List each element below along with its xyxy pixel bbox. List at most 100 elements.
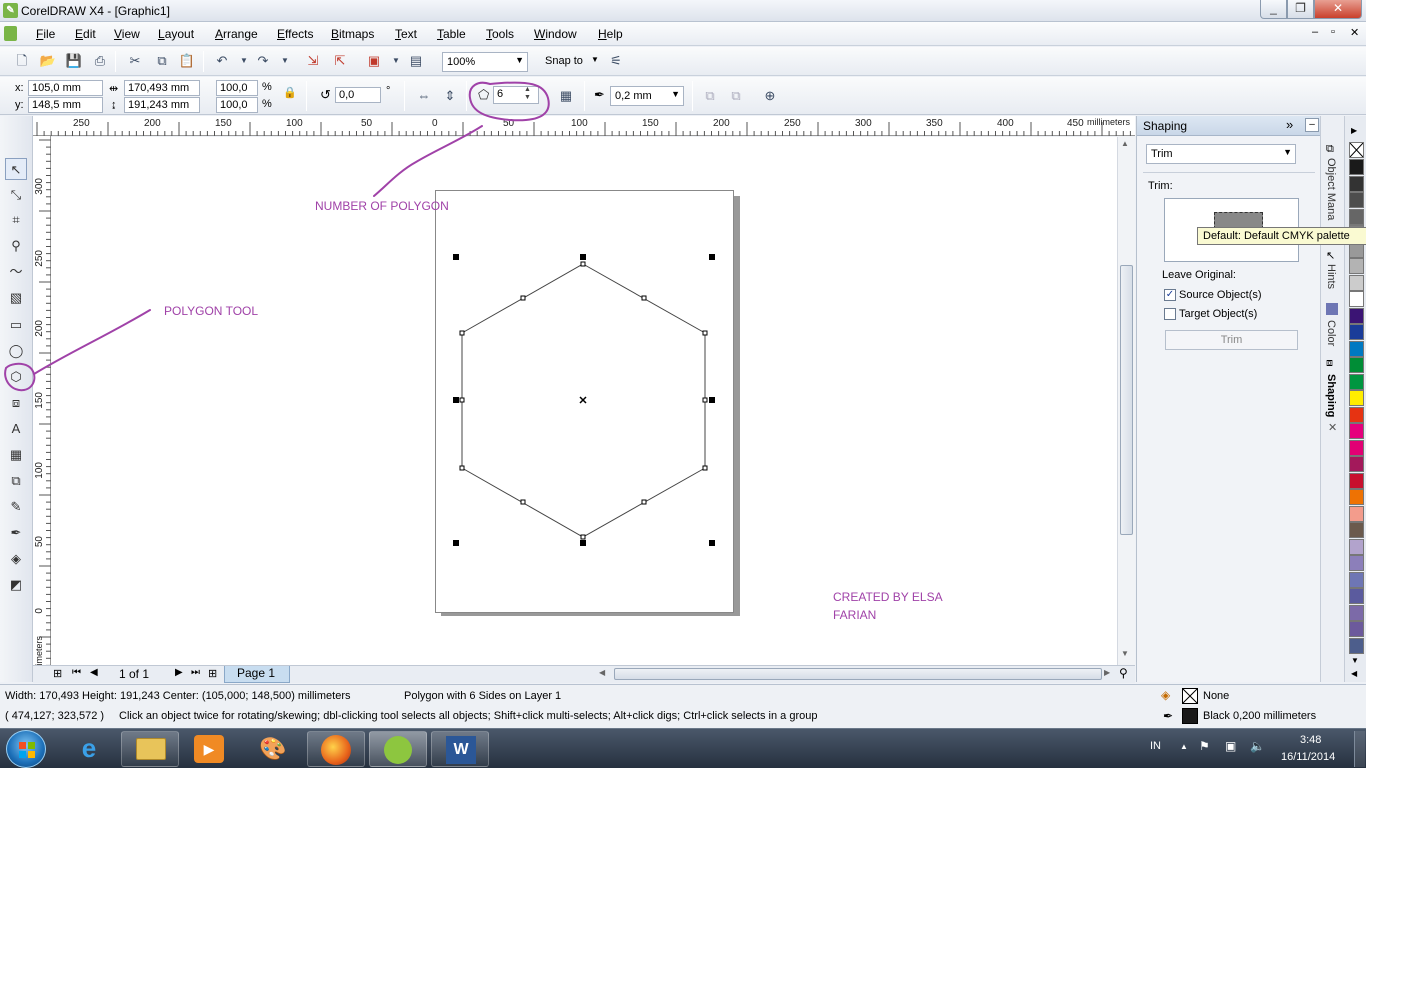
menu-arrange[interactable]: Arrange [215,27,258,41]
smart-fill-tool-icon[interactable]: ▧ [5,287,27,309]
palette-swatch[interactable] [1349,555,1364,571]
to-back-icon[interactable]: ⧉ [726,86,746,106]
hexagon-shape[interactable] [51,137,1117,665]
palette-swatch[interactable] [1349,406,1364,423]
menu-help[interactable]: Help [598,27,623,41]
scroll-left-icon[interactable]: ◀ [599,668,605,677]
menu-file[interactable]: File [36,27,55,41]
zoom-navigator-icon[interactable]: ⚲ [1119,666,1128,680]
fill-tool-icon[interactable]: ◈ [5,548,27,570]
convert-to-curves-icon[interactable]: ⊕ [760,86,780,106]
freehand-tool-icon[interactable]: 〜 [5,261,27,283]
redo-dropdown-icon[interactable]: ▼ [275,51,295,71]
undo-icon[interactable]: ↶ [212,51,232,71]
close-button[interactable]: ✕ [1314,0,1362,19]
palette-swatch[interactable] [1349,439,1364,456]
horizontal-scrollbar-thumb[interactable] [614,668,1102,680]
tab-object-manager[interactable]: Object Mana [1325,158,1337,220]
maximize-button[interactable]: ❐ [1287,0,1314,19]
rectangle-tool-icon[interactable]: ▭ [5,314,27,336]
media-player-icon[interactable]: ▶ [194,735,224,763]
previous-page-icon[interactable]: ◀ [90,667,98,678]
drawing-canvas[interactable]: NUMBER OF POLYGON POLYGON TOOL CREATED B… [51,137,1117,665]
outline-swatch[interactable] [1182,708,1198,724]
print-icon[interactable]: ⎙ [90,51,110,71]
undo-dropdown-icon[interactable]: ▼ [234,51,254,71]
clock-time[interactable]: 3:48 [1300,734,1321,746]
palette-swatch[interactable] [1349,456,1364,472]
welcome-screen-icon[interactable]: ▤ [406,51,426,71]
palette-swatch[interactable] [1349,571,1364,588]
rotation-angle-field[interactable]: 0,0 [335,87,381,103]
eyedropper-tool-icon[interactable]: ✎ [5,496,27,518]
scale-y-field[interactable]: 100,0 [216,97,258,113]
add-page-before-icon[interactable]: ⊞ [53,667,62,680]
palette-swatch[interactable] [1349,538,1364,555]
add-page-after-icon[interactable]: ⊞ [208,667,217,680]
menu-text[interactable]: Text [395,27,417,41]
volume-icon[interactable]: 🔈 [1250,739,1265,753]
taskbar-explorer-button[interactable] [121,731,179,767]
palette-swatch[interactable] [1349,637,1364,654]
first-page-icon[interactable]: ⏮ [72,667,81,678]
palette-swatch[interactable] [1349,472,1364,489]
palette-swatch[interactable] [1349,192,1364,208]
palette-swatch[interactable] [1349,208,1364,225]
fill-swatch[interactable] [1182,688,1198,704]
palette-expand-icon[interactable]: ◀ [1351,669,1357,678]
scroll-up-icon[interactable]: ▲ [1121,139,1129,148]
scale-x-field[interactable]: 100,0 [216,80,258,96]
height-field[interactable]: 191,243 mm [124,97,200,113]
palette-swatch[interactable] [1349,423,1364,439]
palette-swatch[interactable] [1349,307,1364,324]
taskbar-firefox-button[interactable] [307,731,365,767]
width-field[interactable]: 170,493 mm [124,80,200,96]
table-tool-icon[interactable]: ▦ [5,444,27,466]
save-icon[interactable]: 💾 [64,51,84,71]
palette-swatch[interactable] [1349,489,1364,505]
shaping-mode-select[interactable]: Trim ▼ [1146,144,1296,164]
palette-swatch[interactable] [1349,159,1364,175]
close-tab-icon[interactable]: ✕ [1328,421,1337,434]
export-icon[interactable]: ⇱ [330,51,350,71]
network-icon[interactable]: ▣ [1225,739,1236,753]
horizontal-ruler[interactable]: 250 200 150 100 50 0 50 100 150 200 250 … [33,116,1135,136]
paint-icon[interactable]: 🎨 [257,734,289,764]
palette-swatch[interactable] [1349,604,1364,621]
text-tool-icon[interactable]: A [5,418,27,440]
clock-date[interactable]: 16/11/2014 [1281,751,1335,763]
vertical-scrollbar[interactable]: ▲ ▼ [1117,137,1135,665]
palette-swatch[interactable] [1349,522,1364,538]
palette-swatch[interactable] [1349,291,1364,307]
action-center-icon[interactable]: ⚑ [1199,739,1210,753]
menu-window[interactable]: Window [534,27,577,41]
zoom-level-select[interactable]: 100% ▼ [442,52,528,72]
new-document-icon[interactable]: 🗋 [12,51,32,71]
internet-explorer-icon[interactable]: e [72,733,106,765]
basic-shapes-tool-icon[interactable]: ⧈ [5,392,27,414]
palette-swatch[interactable] [1349,621,1364,637]
palette-swatch[interactable] [1349,357,1364,373]
target-objects-checkbox[interactable] [1164,308,1176,320]
palette-scroll-up-icon[interactable]: ▶ [1351,126,1357,135]
palette-swatch[interactable] [1349,324,1364,340]
mirror-vertical-icon[interactable]: ⇕ [440,86,460,106]
palette-swatch[interactable] [1349,588,1364,604]
expand-docker-icon[interactable]: » [1286,117,1293,132]
copy-icon[interactable]: ⧉ [152,51,172,71]
next-page-icon[interactable]: ▶ [175,667,183,678]
wrap-text-icon[interactable]: ▦ [556,86,576,106]
menu-view[interactable]: View [114,27,140,41]
tab-color[interactable]: Color [1325,320,1337,346]
palette-swatch[interactable] [1349,175,1364,192]
tab-shaping[interactable]: Shaping [1325,374,1337,417]
menu-layout[interactable]: Layout [158,27,194,41]
last-page-icon[interactable]: ⏭ [191,667,200,678]
palette-swatch[interactable] [1349,505,1364,522]
doc-minimize-button[interactable]: – [1312,26,1318,38]
zoom-tool-icon[interactable]: ⚲ [5,235,27,257]
palette-scroll-down-icon[interactable]: ▼ [1351,656,1359,665]
mirror-horizontal-icon[interactable]: ⇔ [414,86,434,106]
import-icon[interactable]: ⇲ [303,51,323,71]
cut-icon[interactable]: ✂ [125,51,145,71]
